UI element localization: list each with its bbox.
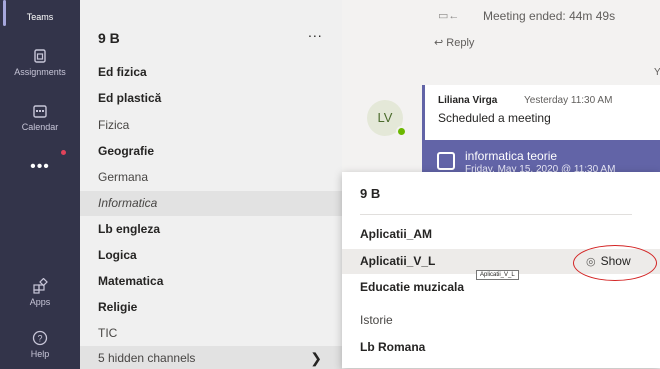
channel-list: 9 B ... Ed fizica Ed plastică Fizica Geo… [80,0,342,369]
channel-ed-fizica[interactable]: Ed fizica [80,60,342,85]
hidden-channels-toggle[interactable]: 5 hidden channels ❯ [80,346,342,369]
hidden-channel-label: Aplicatii_V_L [360,254,436,268]
popup-title: 9 B [360,186,381,201]
channel-logica[interactable]: Logica [80,243,342,268]
divider [360,214,632,215]
assignments-icon [34,49,46,63]
channel-informatica[interactable]: Informatica [80,191,342,216]
svg-text:?: ? [37,334,42,344]
hidden-channel-aplicatii-am[interactable]: Aplicatii_AM [342,222,660,247]
help-icon: ? [32,330,48,346]
truncated-text: Y [654,67,660,78]
rail-calendar[interactable]: Calendar [0,103,80,132]
notification-dot [61,150,66,155]
channel-ed-plastica[interactable]: Ed plastică [80,86,342,111]
presence-status-icon [396,126,407,137]
chevron-right-icon: ❯ [310,350,322,366]
rail-teams[interactable]: Teams [0,0,80,26]
reply-link[interactable]: ↩ Reply [434,36,474,49]
meeting-ended-text: Meeting ended: 44m 49s [483,9,616,23]
highlight-circle [573,245,657,281]
channel-matematica[interactable]: Matematica [80,269,342,294]
apps-icon [33,278,48,294]
tooltip: Aplicatii_V_L [476,270,519,280]
channel-germana[interactable]: Germana [80,165,342,190]
calendar-icon [33,105,47,118]
channel-lb-engleza[interactable]: Lb engleza [80,217,342,242]
team-name: 9 B [98,30,120,46]
rail-apps[interactable]: Apps [0,278,80,307]
rail-assignments[interactable]: Assignments [0,48,80,77]
channel-fizica[interactable]: Fizica [80,113,342,138]
message-time: Yesterday 11:30 AM [524,95,613,106]
channel-geografie[interactable]: Geografie [80,139,342,164]
meeting-camera-icon: ▭← [438,10,460,22]
hidden-channel-lb-romana[interactable]: Lb Romana [342,335,660,360]
hidden-channel-istorie[interactable]: Istorie [342,308,660,333]
more-apps-button[interactable]: ••• [0,158,80,176]
message-author[interactable]: Liliana Virga [438,95,497,106]
channel-religie[interactable]: Religie [80,295,342,320]
team-more-button[interactable]: ... [308,24,323,40]
meeting-title: informatica teorie [465,149,558,163]
hidden-channels-popup: 9 B Aplicatii_AM Aplicatii_V_L ◎ Show Edu… [342,172,660,368]
teams-icon [0,4,80,12]
app-rail: Teams Assignments Calendar ••• Apps ? He… [0,0,80,369]
hidden-channels-label: 5 hidden channels [98,351,196,365]
message-text: Scheduled a meeting [438,111,551,125]
calendar-icon [437,152,455,170]
channel-tic[interactable]: TIC [80,321,342,346]
rail-help[interactable]: ? Help [0,330,80,359]
